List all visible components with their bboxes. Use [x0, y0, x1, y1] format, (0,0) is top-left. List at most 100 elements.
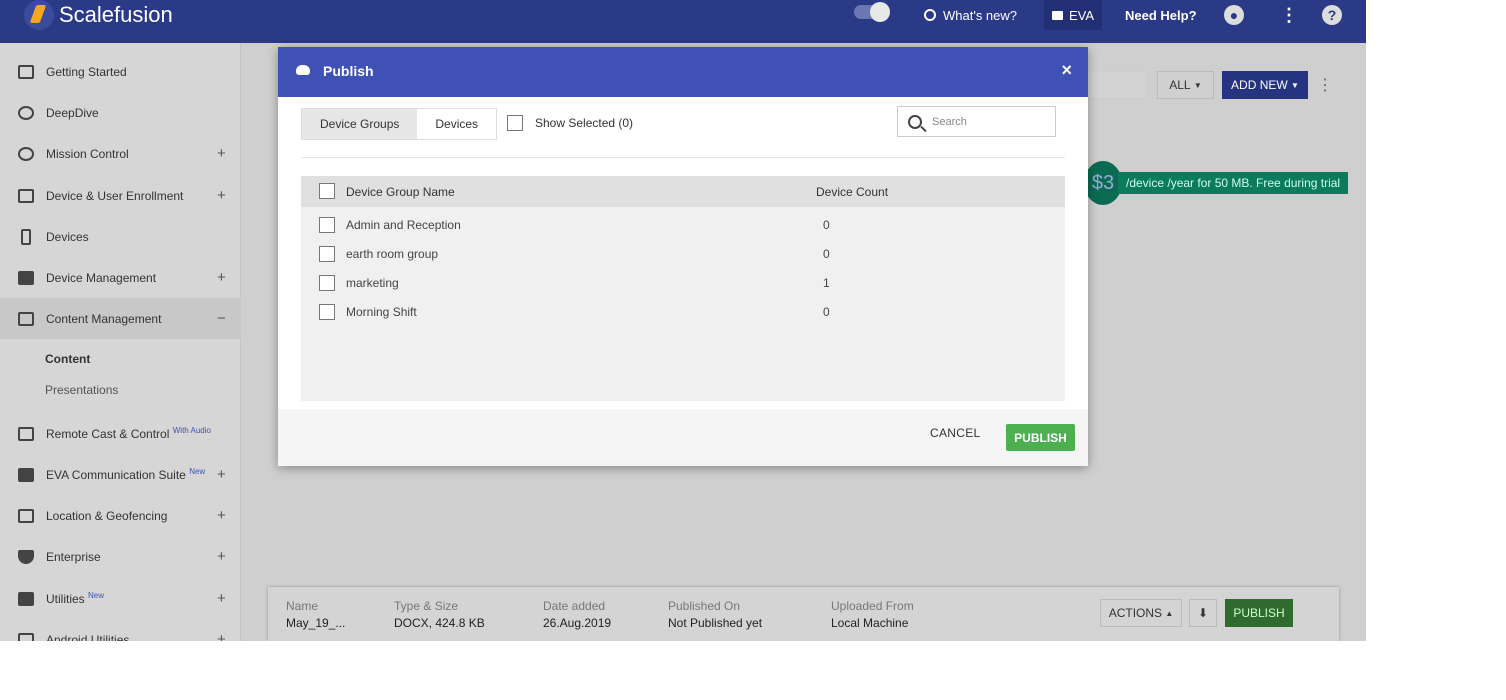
dialog-header: Publish ×: [278, 47, 1088, 97]
more-options-icon[interactable]: ⋮: [1317, 71, 1333, 99]
sidebar-item-device-management[interactable]: Device Management +: [0, 257, 241, 298]
app-window: Scalefusion What's new? EVA Need Help? ●…: [0, 0, 1366, 641]
table-row[interactable]: Admin and Reception 0: [301, 211, 1065, 240]
briefcase-icon: [18, 270, 34, 285]
group-device-count: 0: [823, 305, 830, 319]
tab-devices[interactable]: Devices: [417, 109, 496, 139]
sidebar-item-label: Getting Started: [46, 64, 127, 79]
expand-icon[interactable]: +: [217, 145, 226, 162]
close-icon[interactable]: ×: [1061, 60, 1072, 81]
sidebar-item-remote-cast[interactable]: Remote Cast & Control With Audio: [0, 413, 241, 454]
theme-toggle[interactable]: [854, 2, 890, 22]
enrollment-icon: [18, 188, 34, 203]
tab-device-groups[interactable]: Device Groups: [302, 109, 418, 139]
download-icon[interactable]: ⬇: [1189, 599, 1217, 627]
whats-new-link[interactable]: What's new?: [924, 0, 1017, 30]
row-checkbox[interactable]: [319, 246, 335, 262]
file-published-on: Published On Not Published yet: [668, 599, 763, 630]
sidebar-item-content-management[interactable]: Content Management −: [0, 298, 241, 339]
bottom-publish-button[interactable]: PUBLISH: [1225, 599, 1293, 627]
account-icon: ●: [1224, 5, 1244, 25]
dialog-footer: CANCEL PUBLISH: [278, 409, 1088, 466]
select-all-checkbox[interactable]: [319, 183, 335, 199]
group-name: Morning Shift: [346, 305, 417, 319]
expand-icon[interactable]: +: [217, 631, 226, 641]
table-row[interactable]: earth room group 0: [301, 240, 1065, 269]
storage-promo: $3 /device /year for 50 MB. Free during …: [1084, 161, 1349, 205]
publish-button[interactable]: PUBLISH: [1006, 424, 1075, 451]
sidebar-item-utilities[interactable]: Utilities New +: [0, 578, 241, 619]
group-device-count: 1: [823, 276, 830, 290]
sidebar: Getting Started DeepDive Mission Control…: [0, 43, 241, 641]
cloud-upload-icon: [296, 65, 310, 75]
dialog-tabs: Device Groups Devices: [301, 108, 498, 140]
expand-icon[interactable]: +: [217, 187, 226, 204]
cancel-button[interactable]: CANCEL: [930, 426, 980, 440]
map-icon: [18, 508, 34, 523]
folder-icon: [18, 311, 34, 326]
new-badge: New: [88, 591, 105, 600]
file-name: Name May_19_...: [286, 599, 346, 630]
group-device-count: 0: [823, 247, 830, 261]
need-help-link[interactable]: Need Help?: [1125, 0, 1197, 30]
eva-label: EVA: [1068, 7, 1095, 23]
sidebar-item-label: Utilities New: [46, 591, 105, 606]
show-selected-toggle[interactable]: Show Selected (0): [507, 115, 633, 131]
device-groups-table: Device Group Name Device Count Admin and…: [301, 176, 1065, 401]
show-selected-checkbox[interactable]: [507, 115, 523, 131]
app-name: Scalefusion: [59, 2, 173, 27]
expand-icon[interactable]: +: [217, 269, 226, 286]
row-checkbox[interactable]: [319, 275, 335, 291]
row-checkbox[interactable]: [319, 217, 335, 233]
caret-down-icon: ▼: [1291, 80, 1299, 90]
row-checkbox[interactable]: [319, 304, 335, 320]
cast-icon: [18, 426, 34, 441]
expand-icon[interactable]: +: [217, 507, 226, 524]
logo[interactable]: Scalefusion: [24, 0, 173, 30]
collapse-icon[interactable]: −: [217, 310, 226, 327]
group-name: Admin and Reception: [346, 218, 461, 232]
divider: [301, 157, 1065, 158]
chat-icon: [1051, 10, 1063, 20]
sidebar-item-label: Mission Control: [46, 146, 129, 161]
help-icon: ?: [1322, 5, 1342, 25]
column-device-count: Device Count: [816, 185, 889, 199]
table-row[interactable]: marketing 1: [301, 269, 1065, 298]
dialog-title: Publish: [323, 63, 374, 79]
sidebar-item-enrollment[interactable]: Device & User Enrollment +: [0, 175, 241, 216]
sidebar-item-label: Devices: [46, 229, 89, 244]
eva-button[interactable]: EVA: [1044, 0, 1102, 30]
android-icon: [18, 632, 34, 641]
getting-started-icon: [18, 64, 34, 79]
sidebar-item-devices[interactable]: Devices: [0, 216, 241, 257]
account-button[interactable]: ●: [1224, 0, 1244, 30]
sidebar-item-deepdive[interactable]: DeepDive: [0, 92, 241, 133]
actions-dropdown[interactable]: ACTIONS ▲: [1100, 599, 1182, 627]
help-button[interactable]: ?: [1322, 0, 1342, 30]
sidebar-subitem-content[interactable]: Content: [45, 352, 90, 366]
sidebar-subitem-presentations[interactable]: Presentations: [45, 383, 118, 397]
all-filter-dropdown[interactable]: ALL ▼: [1157, 71, 1214, 99]
sidebar-item-location[interactable]: Location & Geofencing +: [0, 495, 241, 536]
group-device-count: 0: [823, 218, 830, 232]
more-menu-icon[interactable]: ⋮: [1280, 0, 1298, 30]
expand-icon[interactable]: +: [217, 548, 226, 565]
mission-control-icon: [18, 146, 34, 161]
search-input[interactable]: [932, 115, 1042, 128]
sidebar-item-getting-started[interactable]: Getting Started: [0, 51, 241, 92]
sidebar-item-eva-suite[interactable]: EVA Communication Suite New +: [0, 454, 241, 495]
file-type-size: Type & Size DOCX, 424.8 KB: [394, 599, 485, 630]
sidebar-item-enterprise[interactable]: Enterprise +: [0, 536, 241, 577]
sidebar-item-android-utilities[interactable]: Android Utilities +: [0, 619, 241, 641]
caret-up-icon: ▲: [1165, 608, 1174, 618]
promo-price: $3: [1084, 161, 1122, 205]
with-audio-badge: With Audio: [172, 426, 211, 435]
expand-icon[interactable]: +: [217, 590, 226, 607]
expand-icon[interactable]: +: [217, 466, 226, 483]
clock-icon: [924, 9, 936, 21]
sidebar-item-mission-control[interactable]: Mission Control +: [0, 133, 241, 174]
table-row[interactable]: Morning Shift 0: [301, 298, 1065, 327]
sidebar-item-label: Remote Cast & Control With Audio: [46, 426, 211, 441]
add-new-button[interactable]: ADD NEW ▼: [1222, 71, 1308, 99]
add-new-label: ADD NEW: [1231, 78, 1288, 92]
